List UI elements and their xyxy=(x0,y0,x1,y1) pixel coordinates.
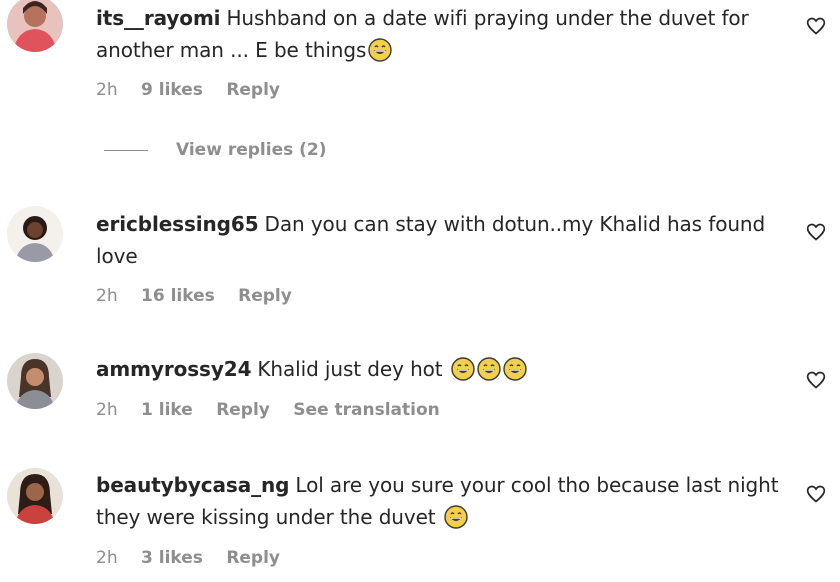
comment-meta: 2h 16 likes Reply xyxy=(96,286,310,306)
grinning-sweat-emoji-icon xyxy=(503,357,527,381)
avatar[interactable] xyxy=(7,206,63,262)
comment-username[interactable]: its__rayomi xyxy=(96,6,221,30)
comment-text: beautybycasa_ng Lol are you sure your coo… xyxy=(96,469,786,533)
avatar[interactable] xyxy=(7,468,63,524)
reply-button[interactable]: Reply xyxy=(226,80,280,100)
comment-body: Khalid just dey hot xyxy=(257,357,443,381)
reply-button[interactable]: Reply xyxy=(216,400,270,420)
grinning-sweat-emoji-icon xyxy=(368,38,392,62)
grinning-sweat-emoji-icon xyxy=(477,357,501,381)
comment-meta: 2h 1 like Reply See translation xyxy=(96,400,458,420)
comment-username[interactable]: ammyrossy24 xyxy=(96,357,252,381)
see-translation-button[interactable]: See translation xyxy=(293,400,439,420)
comment-username[interactable]: ericblessing65 xyxy=(96,212,259,236)
view-replies-button[interactable]: View replies (2) xyxy=(96,140,327,160)
comment-likes[interactable]: 1 like xyxy=(141,400,193,420)
heart-icon[interactable] xyxy=(806,222,826,242)
reply-button[interactable]: Reply xyxy=(226,548,280,568)
comment-username[interactable]: beautybycasa_ng xyxy=(96,473,289,497)
grinning-sweat-emoji-icon xyxy=(451,357,475,381)
comment-likes[interactable]: 16 likes xyxy=(141,286,215,306)
comment-meta: 2h 3 likes Reply xyxy=(96,548,298,568)
grinning-sweat-emoji-icon xyxy=(444,505,468,529)
divider-line xyxy=(104,149,148,151)
comment-text: its__rayomi Hushband on a date wifi prayi… xyxy=(96,2,786,66)
avatar[interactable] xyxy=(7,0,63,52)
heart-icon[interactable] xyxy=(806,484,826,504)
heart-icon[interactable] xyxy=(806,16,826,36)
comment-meta: 2h 9 likes Reply xyxy=(96,80,298,100)
comment-time: 2h xyxy=(96,548,118,568)
comment-time: 2h xyxy=(96,286,118,306)
comment-text: ammyrossy24 Khalid just dey hot xyxy=(96,353,786,385)
comment-time: 2h xyxy=(96,80,118,100)
comment-time: 2h xyxy=(96,400,118,420)
view-replies-label: View replies (2) xyxy=(176,140,327,160)
comment-text: ericblessing65 Dan you can stay with dotu… xyxy=(96,208,786,272)
comment-likes[interactable]: 9 likes xyxy=(141,80,203,100)
avatar[interactable] xyxy=(7,353,63,409)
reply-button[interactable]: Reply xyxy=(238,286,292,306)
comment-likes[interactable]: 3 likes xyxy=(141,548,203,568)
heart-icon[interactable] xyxy=(806,370,826,390)
